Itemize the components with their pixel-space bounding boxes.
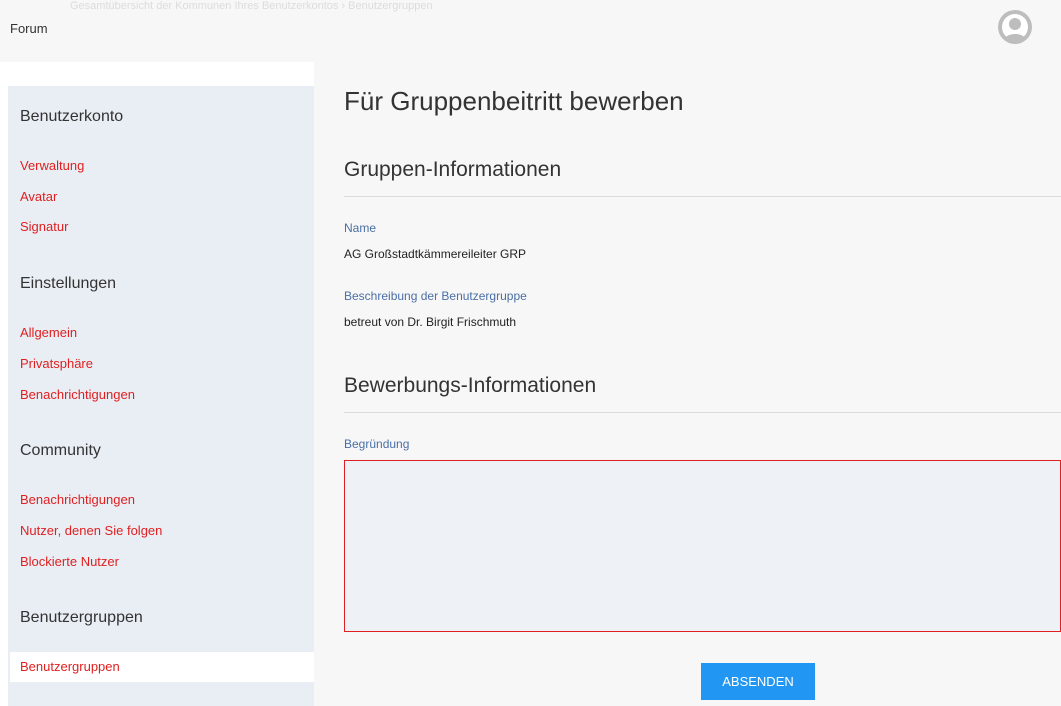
sidebar-item-verwaltung[interactable]: Verwaltung bbox=[20, 158, 84, 173]
top-bar: Gesamtübersicht der Kommunen Ihres Benut… bbox=[0, 0, 1061, 62]
section-title-bewerbungs-informationen: Bewerbungs-Informationen bbox=[344, 374, 597, 397]
user-avatar-icon[interactable] bbox=[997, 9, 1033, 45]
sidebar-item-blockierte-nutzer[interactable]: Blockierte Nutzer bbox=[20, 554, 119, 569]
name-value: AG Großstadtkämmereileiter GRP bbox=[344, 247, 527, 261]
submit-button[interactable]: ABSENDEN bbox=[701, 663, 815, 700]
sidebar-item-avatar[interactable]: Avatar bbox=[20, 189, 57, 204]
sidebar: Benutzerkonto Verwaltung Avatar Signatur… bbox=[8, 86, 314, 706]
sidebar-item-gefolgte-nutzer[interactable]: Nutzer, denen Sie folgen bbox=[20, 523, 162, 538]
divider bbox=[344, 196, 1061, 197]
sidebar-item-benutzergruppen[interactable]: Benutzergruppen bbox=[20, 659, 120, 674]
reason-label: Begründung bbox=[344, 437, 410, 451]
sidebar-heading-benutzerkonto: Benutzerkonto bbox=[20, 108, 124, 125]
sidebar-heading-community: Community bbox=[20, 442, 101, 459]
sidebar-item-benachrichtigungen-einstellungen[interactable]: Benachrichtigungen bbox=[20, 387, 135, 402]
sidebar-item-privatsphaere[interactable]: Privatsphäre bbox=[20, 356, 93, 371]
sidebar-item-benachrichtigungen-community[interactable]: Benachrichtigungen bbox=[20, 492, 135, 507]
divider bbox=[344, 412, 1061, 413]
reason-textarea[interactable] bbox=[344, 460, 1061, 632]
sidebar-heading-benutzergruppen: Benutzergruppen bbox=[20, 609, 143, 626]
section-title-gruppen-informationen: Gruppen-Informationen bbox=[344, 158, 562, 181]
description-label: Beschreibung der Benutzergruppe bbox=[344, 289, 527, 303]
name-label: Name bbox=[344, 221, 377, 235]
breadcrumb[interactable]: Gesamtübersicht der Kommunen Ihres Benut… bbox=[70, 0, 433, 12]
sidebar-item-allgemein[interactable]: Allgemein bbox=[20, 325, 77, 340]
sidebar-item-signatur[interactable]: Signatur bbox=[20, 219, 68, 234]
forum-link[interactable]: Forum bbox=[10, 21, 48, 36]
main-content: Für Gruppenbeitritt bewerben Gruppen-Inf… bbox=[314, 62, 1061, 706]
sidebar-heading-einstellungen: Einstellungen bbox=[20, 275, 117, 292]
description-value: betreut von Dr. Birgit Frischmuth bbox=[344, 315, 517, 329]
page-title: Für Gruppenbeitritt bewerben bbox=[344, 86, 684, 116]
